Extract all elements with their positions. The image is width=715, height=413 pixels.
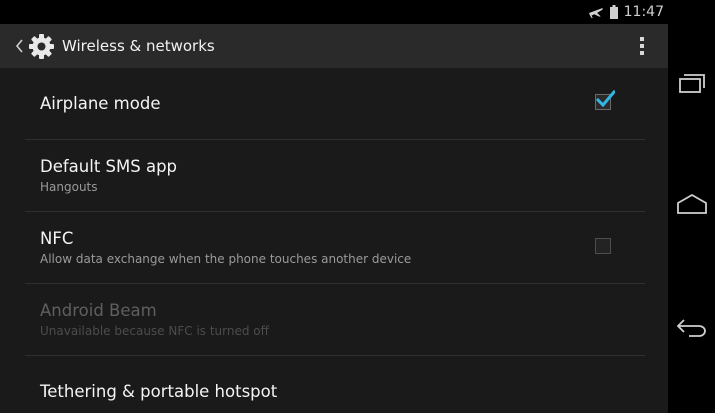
battery-icon xyxy=(609,5,618,19)
setting-row-airplane-mode[interactable]: Airplane mode xyxy=(25,68,645,140)
action-bar: Wireless & networks xyxy=(0,24,668,68)
setting-title: Android Beam xyxy=(40,301,157,320)
status-time: 11:47 xyxy=(623,4,664,20)
status-area: 11:47 xyxy=(588,0,664,24)
home-icon[interactable] xyxy=(668,192,715,216)
setting-row-android-beam: Android Beam Unavailable because NFC is … xyxy=(25,284,645,356)
setting-row-default-sms-app[interactable]: Default SMS app Hangouts xyxy=(25,140,645,212)
setting-title: Airplane mode xyxy=(40,94,161,113)
settings-gear-icon[interactable] xyxy=(28,33,55,60)
nfc-checkbox[interactable] xyxy=(595,238,611,254)
setting-title: Default SMS app xyxy=(40,157,178,176)
setting-title: Tethering & portable hotspot xyxy=(40,382,278,401)
overflow-menu-icon[interactable] xyxy=(630,32,654,60)
setting-summary: Hangouts xyxy=(40,180,98,194)
action-bar-title: Wireless & networks xyxy=(62,37,215,55)
setting-row-nfc[interactable]: NFC Allow data exchange when the phone t… xyxy=(25,212,645,284)
setting-summary: Allow data exchange when the phone touch… xyxy=(40,252,412,266)
up-caret-icon[interactable] xyxy=(14,38,24,54)
back-icon[interactable] xyxy=(668,316,715,340)
status-bar: 11:47 xyxy=(0,0,668,24)
device-frame: 11:47 Wireless & networks Airplane mode … xyxy=(0,0,715,413)
settings-list: Airplane mode Default SMS app Hangouts N… xyxy=(25,68,645,413)
recent-apps-icon[interactable] xyxy=(668,72,715,94)
airplane-mode-checkbox[interactable] xyxy=(595,89,615,110)
airplane-icon xyxy=(588,5,604,19)
screen: 11:47 Wireless & networks Airplane mode … xyxy=(0,0,668,413)
navigation-bar xyxy=(668,0,715,413)
setting-summary: Unavailable because NFC is turned off xyxy=(40,324,269,338)
setting-title: NFC xyxy=(40,229,74,248)
setting-row-tethering[interactable]: Tethering & portable hotspot xyxy=(25,356,645,413)
